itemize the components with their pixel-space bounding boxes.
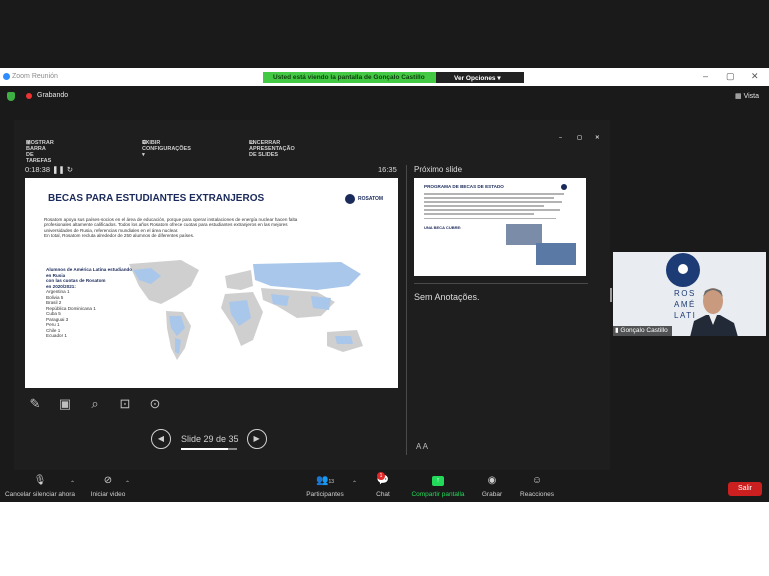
leave-button[interactable]: Salir (728, 482, 762, 496)
settings-label: EXIBIR CONFIGURAÇÕES ▾ (142, 140, 191, 158)
reactions-button[interactable]: ☺ Reacciones (518, 474, 556, 498)
reactions-label: Reacciones (520, 491, 554, 498)
slide-navigation: ◀ Slide 29 de 35 ▶ (151, 429, 267, 450)
recording-label: Grabando (37, 92, 69, 99)
speaker-notes: Sem Anotações. (414, 292, 480, 302)
next-slide-subtitle: UNA BECA CUBRE: (424, 225, 462, 230)
list-item: Ecuador 1 (46, 333, 67, 338)
view-label: Vista (743, 93, 759, 100)
next-slide-label: Próximo slide (414, 165, 463, 174)
chat-label: Chat (376, 491, 390, 498)
shield-icon[interactable] (7, 92, 15, 101)
meeting-controls: 🎙 Cancelar silenciar ahora ⌃ ⊘ Iniciar v… (0, 470, 769, 502)
record-label: Grabar (481, 491, 503, 498)
record-dot-icon (26, 93, 32, 99)
more-icon[interactable]: ⊙ (144, 396, 166, 412)
chat-icon: 💬 1 (376, 472, 390, 486)
share-banner-message: Usted está viendo la pantalla de Gonçalo… (263, 72, 436, 83)
share-banner: Usted está viendo la pantalla de Gonçalo… (263, 72, 524, 83)
pointer-icon[interactable]: ⊡ (114, 396, 136, 412)
video-options-caret[interactable]: ⌃ (125, 480, 130, 487)
zoom-window: Zoom Reunión – ▢ ✕ Usted está viendo la … (0, 0, 769, 502)
prev-icon[interactable]: ◀ (151, 429, 171, 449)
share-label: Compartir pantalla (411, 491, 465, 498)
taskbar-label: MOSTRAR BARRA DE TAREFAS (26, 140, 54, 164)
pres-restore-button[interactable]: ▢ (577, 135, 582, 141)
slide-progress-bar (181, 448, 237, 450)
chat-badge: 1 (377, 472, 385, 480)
panel-resize-handle[interactable] (610, 288, 612, 302)
font-size-controls[interactable]: A A (416, 442, 428, 451)
video-label: Iniciar video (90, 491, 126, 498)
participants-button[interactable]: 👥13 Participantes (303, 474, 347, 498)
audio-options-caret[interactable]: ⌃ (70, 480, 75, 487)
slide-logo-text: ROSATOM (358, 196, 384, 202)
next-slide-title: PROGRAMA DE BECAS DE ESTADO (424, 184, 504, 189)
mute-button[interactable]: 🎙 Cancelar silenciar ahora (4, 474, 76, 498)
next-slide-photo (536, 243, 576, 265)
elapsed-timer: 0:18:38 ❚❚ ↻ (25, 165, 73, 174)
video-thumbnail[interactable]: ROS AMÉ LATI (613, 252, 766, 336)
share-screen-button[interactable]: ↑ Compartir pantalla (407, 474, 469, 498)
world-map (129, 260, 363, 360)
presenter-toolbar: ⊞ MOSTRAR BARRA DE TAREFAS ⚙ EXIBIR CONF… (14, 130, 610, 164)
rosatom-logo-icon (561, 184, 567, 190)
minimize-button[interactable]: – (703, 71, 708, 81)
clock: 16:35 (378, 165, 397, 174)
view-button[interactable]: ▦ Vista (735, 92, 759, 100)
notes-divider (414, 283, 588, 284)
participant-name-tag: ▮ Gonçalo Castillo (613, 326, 672, 336)
meeting-top-bar: Grabando ▦ Vista (0, 86, 769, 106)
participant-person (690, 288, 738, 336)
mic-muted-icon: 🎙 (33, 475, 47, 486)
slide-logo: ROSATOM (345, 194, 383, 204)
slide-body-line: En total, Rosatom recluta alrededor de 2… (44, 233, 195, 239)
slide-title: BECAS PARA ESTUDIANTES EXTRANJEROS (48, 193, 265, 204)
current-slide[interactable]: BECAS PARA ESTUDIANTES EXTRANJEROS ROSAT… (25, 178, 398, 388)
chat-button[interactable]: 💬 1 Chat (372, 472, 394, 498)
participants-label: Participantes (306, 491, 344, 498)
view-options-button[interactable]: Ver Opciones ▾ (436, 72, 524, 83)
pane-divider[interactable] (406, 165, 407, 455)
participants-caret[interactable]: ⌃ (352, 480, 357, 487)
participants-icon: 👥13 (315, 475, 334, 486)
restart-icon[interactable]: ↻ (67, 165, 73, 174)
record-icon: ◉ (487, 475, 497, 486)
rosatom-logo-icon (345, 194, 355, 204)
presenter-view: ⊞ MOSTRAR BARRA DE TAREFAS ⚙ EXIBIR CONF… (14, 120, 610, 470)
pres-close-button[interactable]: ✕ (595, 135, 600, 141)
end-slideshow-label: ENCERRAR APRESENTAÇÃO DE SLIDES (249, 140, 295, 158)
pen-icon[interactable]: ✎ (24, 396, 46, 412)
pres-minimize-button[interactable]: – (559, 135, 562, 141)
participant-name: Gonçalo Castillo (620, 327, 668, 334)
slide-counter-text: Slide 29 de 35 (181, 434, 239, 444)
elapsed-time: 0:18:38 (25, 165, 51, 174)
next-slide-text (424, 193, 564, 222)
layout-icon[interactable]: ▣ (54, 396, 76, 412)
rosatom-wall-logo (666, 253, 700, 287)
scholarship-list: Alumnos de América Latina estudiando en … (46, 267, 132, 339)
slide-counter: Slide 29 de 35 (181, 434, 239, 450)
search-icon[interactable]: ⌕ (84, 396, 106, 412)
maximize-button[interactable]: ▢ (726, 71, 735, 82)
app-title: Zoom Reunión (12, 73, 58, 80)
slide-tools: ✎ ▣ ⌕ ⊡ ⊙ (24, 396, 166, 412)
pause-icon[interactable]: ❚❚ (52, 165, 65, 174)
list-heading: Alumnos de América Latina estudiando (46, 267, 133, 272)
record-button[interactable]: ◉ Grabar (480, 474, 504, 498)
share-icon: ↑ (432, 476, 444, 486)
slide-body: Rosatom apoya sus países-socios en el ár… (44, 217, 340, 239)
video-off-icon: ⊘ (103, 475, 113, 486)
next-icon[interactable]: ▶ (246, 429, 267, 449)
mute-label: Cancelar silenciar ahora (4, 491, 76, 498)
reactions-icon: ☺ (531, 475, 543, 486)
participants-count: 13 (328, 479, 334, 485)
close-button[interactable]: ✕ (751, 71, 759, 82)
next-slide-preview[interactable]: PROGRAMA DE BECAS DE ESTADO UNA BECA CUB… (414, 178, 586, 276)
video-button[interactable]: ⊘ Iniciar video (88, 474, 128, 498)
zoom-logo-icon (3, 73, 10, 80)
next-slide-photo (506, 224, 542, 245)
